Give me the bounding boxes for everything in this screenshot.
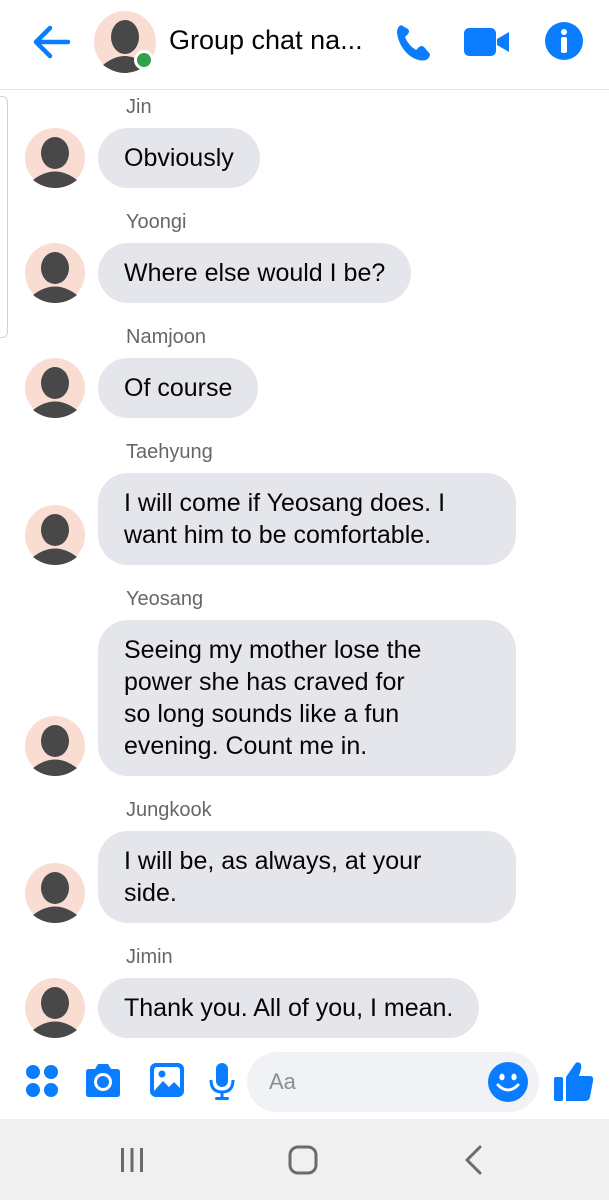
message-text: Where else would I be? xyxy=(124,259,386,287)
sender-name: Jin xyxy=(126,96,152,118)
message-bubble[interactable]: I will be, as always, at your side. xyxy=(98,831,516,923)
scroll-indicator xyxy=(0,96,8,338)
video-camera-icon xyxy=(464,28,509,56)
message-text: Seeing my mother lose the power she has … xyxy=(124,634,421,762)
sender-name: Yoongi xyxy=(126,211,187,233)
sender-avatar[interactable] xyxy=(25,505,85,565)
sender-avatar[interactable] xyxy=(25,243,85,303)
message-text: Obviously xyxy=(124,144,234,172)
video-call-button[interactable] xyxy=(462,24,512,60)
back-icon[interactable] xyxy=(462,1144,486,1176)
camera-icon[interactable] xyxy=(83,1062,123,1100)
info-icon xyxy=(545,22,583,60)
system-nav-bar xyxy=(0,1119,609,1200)
message-list[interactable]: Jin Obviously Yoongi Where else would I … xyxy=(0,90,609,1050)
gallery-icon[interactable] xyxy=(148,1061,186,1099)
sender-avatar[interactable] xyxy=(25,716,85,776)
phone-icon xyxy=(397,25,430,61)
message-line: want him to be comfortable. xyxy=(124,521,432,549)
apps-grid-icon[interactable] xyxy=(24,1063,60,1099)
message-line: I will be, as always, at your xyxy=(124,847,422,875)
sender-name: Jimin xyxy=(126,946,173,968)
chat-header: Group chat na... xyxy=(0,0,609,90)
sender-avatar[interactable] xyxy=(25,863,85,923)
thumbs-up-icon[interactable] xyxy=(553,1059,595,1103)
sender-name: Yeosang xyxy=(126,588,204,610)
message-composer xyxy=(0,1047,609,1119)
online-status-dot xyxy=(134,50,154,70)
sender-name: Namjoon xyxy=(126,326,207,348)
message-text: I will be, as always, at your side. xyxy=(124,845,421,909)
call-button[interactable] xyxy=(392,20,436,64)
recents-icon[interactable] xyxy=(116,1145,148,1175)
message-line: evening. Count me in. xyxy=(124,732,368,760)
info-button[interactable] xyxy=(544,21,584,61)
message-line: power she has craved for xyxy=(124,668,405,696)
emoji-icon[interactable] xyxy=(487,1061,529,1103)
message-line: so long sounds like a fun xyxy=(124,700,400,728)
message-bubble[interactable]: Thank you. All of you, I mean. xyxy=(98,978,480,1038)
sender-name: Jungkook xyxy=(126,799,212,821)
sender-avatar[interactable] xyxy=(25,128,85,188)
arrow-left-icon xyxy=(33,25,71,59)
message-line: I will come if Yeosang does. I xyxy=(124,489,446,517)
message-bubble[interactable]: Of course xyxy=(98,358,259,418)
message-bubble[interactable]: Seeing my mother lose the power she has … xyxy=(98,620,516,776)
sender-avatar[interactable] xyxy=(25,358,85,418)
home-icon[interactable] xyxy=(287,1144,319,1176)
sender-name: Taehyung xyxy=(126,441,213,463)
message-bubble[interactable]: Obviously xyxy=(98,128,260,188)
message-line: side. xyxy=(124,879,177,907)
message-text: Thank you. All of you, I mean. xyxy=(124,994,454,1022)
microphone-icon[interactable] xyxy=(208,1061,236,1101)
back-button[interactable] xyxy=(30,22,74,62)
message-text: Of course xyxy=(124,374,233,402)
sender-avatar[interactable] xyxy=(25,978,85,1038)
message-bubble[interactable]: I will come if Yeosang does. I want him … xyxy=(98,473,516,565)
message-text: I will come if Yeosang does. I want him … xyxy=(124,487,445,551)
message-line: Seeing my mother lose the xyxy=(124,636,422,664)
chat-title[interactable]: Group chat na... xyxy=(169,25,379,56)
message-bubble[interactable]: Where else would I be? xyxy=(98,243,412,303)
